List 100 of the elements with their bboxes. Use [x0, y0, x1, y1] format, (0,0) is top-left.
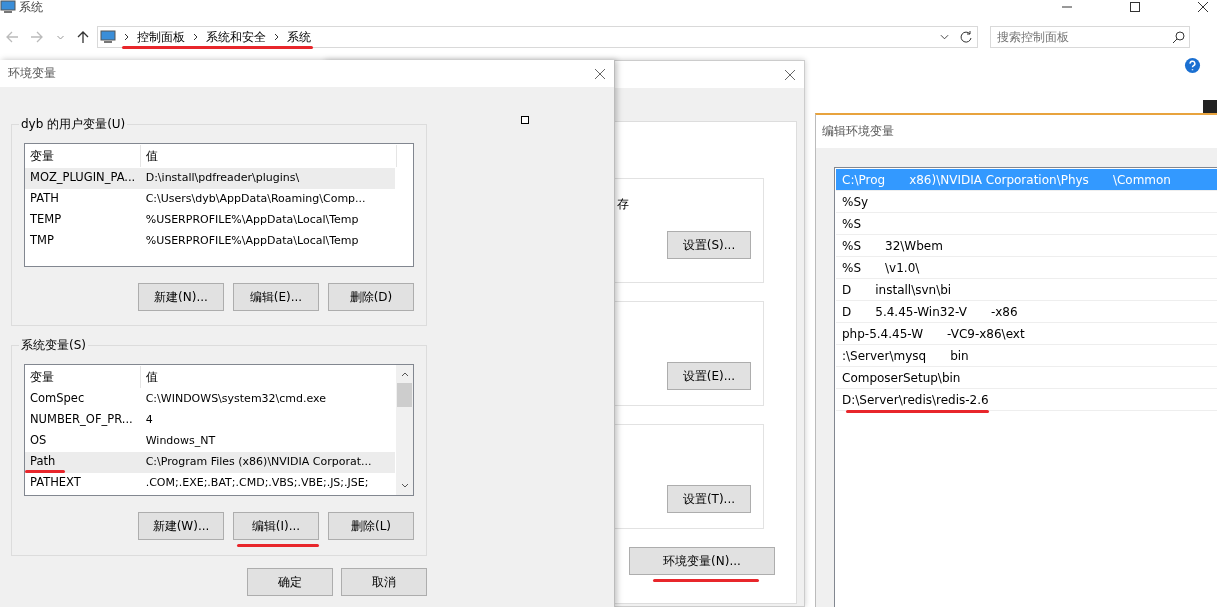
- breadcrumb[interactable]: 系统: [287, 28, 311, 46]
- table-cell-text: PATHEXT: [29, 475, 82, 490]
- up-arrow-icon[interactable]: [76, 30, 90, 44]
- path-text: :\Server\mysq: [842, 348, 927, 363]
- path-entry[interactable]: :\Server\mysq bin: [836, 345, 1217, 367]
- environment-variables-button[interactable]: 环境变量(N)...: [629, 547, 775, 575]
- variable-row[interactable]: PATHEXT .COM;.EXE;.BAT;.CMD;.VBS;.VBE;.JS;.JSE;: [25, 473, 395, 494]
- variable-row[interactable]: TEMP %USERPROFILE%\AppData\Local\Temp: [25, 210, 395, 231]
- column-header[interactable]: 值: [141, 145, 397, 167]
- table-cell-text: C:\WINDOWS\system32\cmd.exe: [144, 391, 328, 406]
- table-cell-text: %USERPROFILE%\AppData\Local\Temp: [144, 233, 360, 248]
- refresh-icon[interactable]: [959, 30, 973, 44]
- variable-row[interactable]: TMP %USERPROFILE%\AppData\Local\Temp: [25, 231, 395, 252]
- settings-button[interactable]: 设置(T)...: [667, 485, 751, 513]
- path-text: %S: [842, 260, 862, 275]
- maximize-icon[interactable]: [1129, 1, 1141, 13]
- search-icon: [1172, 30, 1186, 44]
- path-entry[interactable]: D:\Server\redis\redis-2.6: [836, 389, 1217, 411]
- path-text: bin: [950, 348, 969, 363]
- dialog-title: 环境变量: [8, 65, 56, 82]
- path-text: %Sy: [842, 194, 869, 209]
- dropdown-icon[interactable]: [940, 33, 949, 41]
- path-text: \v1.0\: [885, 260, 920, 275]
- dialog-button[interactable]: 取消: [341, 568, 427, 596]
- table-cell-text: MOZ_PLUGIN_PA...: [29, 170, 137, 185]
- path-entry[interactable]: %S \v1.0\: [836, 257, 1217, 279]
- table-cell-text: C:\Users\dyb\AppData\Roaming\Comp...: [144, 191, 367, 206]
- path-text: D: [842, 282, 852, 297]
- computer-icon: [100, 30, 116, 44]
- table-cell-text: D:\install\pdfreader\plugins\: [144, 170, 301, 185]
- column-header[interactable]: 变量: [25, 145, 141, 167]
- table-cell-text: OS: [29, 433, 48, 448]
- path-entry[interactable]: php-5.4.45-W -VC9-x86\ext: [836, 323, 1217, 345]
- table-cell-text: Path: [29, 454, 57, 469]
- window-edge: [1203, 100, 1217, 114]
- path-text: 32\Wbem: [885, 238, 943, 253]
- dialog-button[interactable]: 新建(N)...: [138, 283, 224, 311]
- square-icon: [521, 116, 529, 124]
- column-header[interactable]: 变量: [25, 366, 141, 388]
- variable-row[interactable]: OS Windows_NT: [25, 431, 395, 452]
- scrollbar[interactable]: [396, 365, 413, 495]
- table-cell-text: C:\Program Files (x86)\NVIDIA Corporat...: [144, 454, 373, 469]
- dialog-button[interactable]: 编辑(E)...: [233, 283, 319, 311]
- table-cell-text: NUMBER_OF_PR...: [29, 412, 134, 427]
- breadcrumb[interactable]: 系统和安全: [206, 28, 266, 46]
- scrollbar-thumb[interactable]: [397, 383, 412, 407]
- table-cell-text: %USERPROFILE%\AppData\Local\Temp: [144, 212, 360, 227]
- table-cell-text: PATH: [29, 191, 60, 206]
- path-text: -VC9-x86\ext: [947, 326, 1025, 341]
- path-text: C:\Prog: [842, 172, 886, 187]
- table-cell-text: Windows_NT: [144, 433, 217, 448]
- dialog-button[interactable]: 删除(L): [328, 512, 414, 540]
- dialog-button[interactable]: 确定: [247, 568, 333, 596]
- path-text: -x86: [990, 304, 1018, 319]
- path-text: \Common: [1112, 172, 1171, 187]
- path-entry[interactable]: %Sy: [836, 191, 1217, 213]
- table-cell-text: 4: [144, 412, 154, 427]
- path-text: 5.4.45-Win32-V: [875, 304, 967, 319]
- computer-icon: [0, 0, 16, 14]
- chevron-icon: [274, 33, 280, 41]
- group-title: dyb 的用户变量(U): [19, 116, 128, 133]
- description-text: 存: [617, 196, 630, 212]
- path-text: %S: [842, 238, 862, 253]
- dialog-title: 编辑环境变量: [822, 123, 894, 140]
- search-field[interactable]: 搜索控制面板: [990, 26, 1190, 48]
- chevron-icon: [124, 33, 130, 41]
- path-entry[interactable]: %S: [836, 213, 1217, 235]
- settings-button[interactable]: 设置(E)...: [667, 362, 751, 390]
- table-cell-text: ComSpec: [29, 391, 86, 406]
- scroll-up-icon[interactable]: [400, 371, 409, 377]
- path-text: php-5.4.45-W: [842, 326, 924, 341]
- path-text: ComposerSetup\bin: [842, 370, 961, 385]
- path-entry[interactable]: %S 32\Wbem: [836, 235, 1217, 257]
- dialog-button[interactable]: 编辑(I)...: [233, 512, 319, 540]
- path-text: %S: [842, 216, 862, 231]
- table-cell-text: .COM;.EXE;.BAT;.CMD;.VBS;.VBE;.JS;.JSE;: [144, 475, 370, 490]
- path-text: install\svn\bi: [875, 282, 952, 297]
- dialog-button[interactable]: 新建(W)...: [138, 512, 224, 540]
- close-icon[interactable]: [594, 67, 606, 80]
- variable-row[interactable]: Path C:\Program Files (x86)\NVIDIA Corporat...: [25, 452, 395, 473]
- address-bar[interactable]: 控制面板 系统和安全 系统: [97, 26, 978, 48]
- path-entry[interactable]: D 5.4.45-Win32-V -x86: [836, 301, 1217, 323]
- path-entry[interactable]: ComposerSetup\bin: [836, 367, 1217, 389]
- close-icon[interactable]: [784, 68, 796, 81]
- chevron-icon: [193, 33, 199, 41]
- scroll-down-icon[interactable]: [400, 483, 409, 489]
- variable-row[interactable]: NUMBER_OF_PR... 4: [25, 410, 395, 431]
- path-text: D:\Server\redis\redis-2.6: [842, 392, 989, 407]
- settings-button[interactable]: 设置(S)...: [667, 231, 751, 259]
- dialog-button[interactable]: 删除(D): [328, 283, 414, 311]
- variable-row[interactable]: ComSpec C:\WINDOWS\system32\cmd.exe: [25, 389, 395, 410]
- variable-row[interactable]: MOZ_PLUGIN_PA... D:\install\pdfreader\plugins\: [25, 168, 395, 189]
- table-cell-text: TEMP: [29, 212, 63, 227]
- path-entry[interactable]: D install\svn\bi: [836, 279, 1217, 301]
- breadcrumb[interactable]: 控制面板: [137, 28, 185, 46]
- path-text: D: [842, 304, 852, 319]
- window-title: 系统: [19, 0, 43, 16]
- variable-row[interactable]: PATH C:\Users\dyb\AppData\Roaming\Comp...: [25, 189, 395, 210]
- help-icon[interactable]: [1184, 57, 1201, 74]
- close-icon[interactable]: [1197, 1, 1209, 13]
